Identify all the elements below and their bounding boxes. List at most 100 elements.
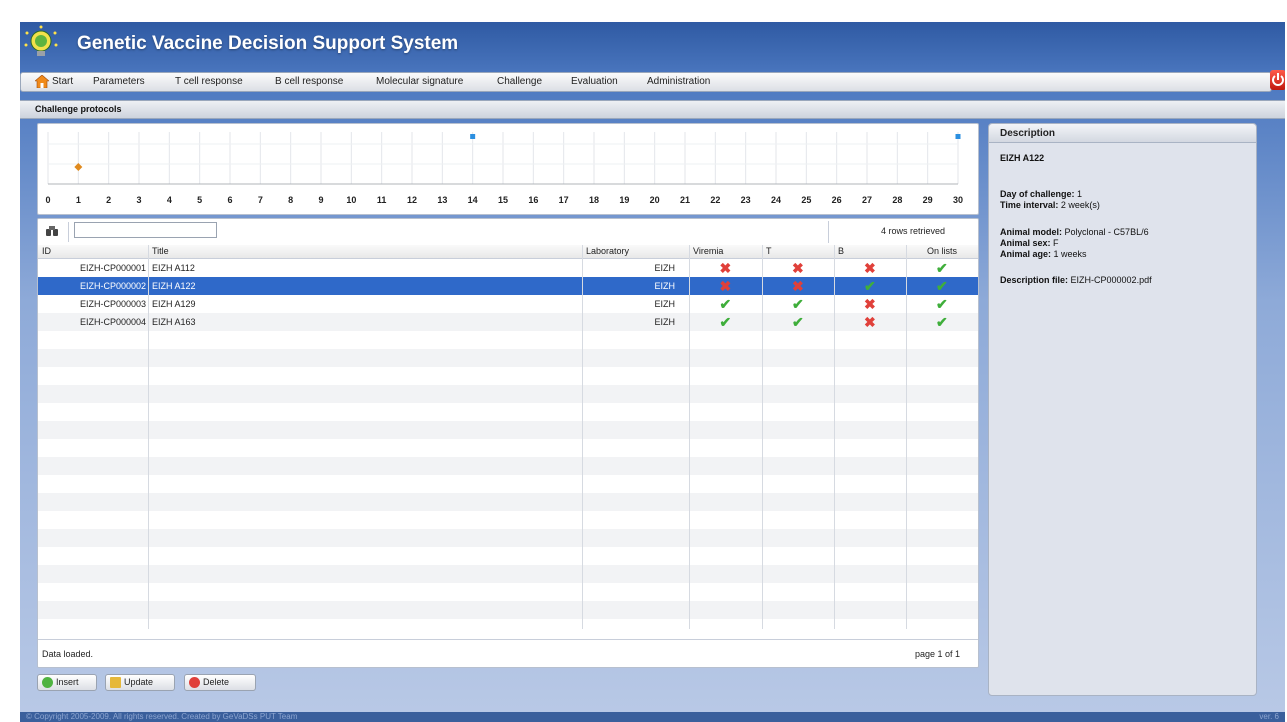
timeline-tick-label: 20 <box>649 195 660 205</box>
column-id[interactable]: ID <box>38 245 148 258</box>
column-b[interactable]: B <box>834 245 906 258</box>
check-icon: ✔ <box>719 296 732 312</box>
check-icon: ✔ <box>936 314 948 330</box>
power-button[interactable] <box>1270 70 1285 90</box>
app-title: Genetic Vaccine Decision Support System <box>77 33 459 54</box>
menu-start[interactable]: Start <box>52 76 73 87</box>
timeline-marker[interactable] <box>470 134 476 139</box>
cell-id: EIZH-CP000001 <box>79 263 146 273</box>
table-row[interactable]: EIZH-CP000001 EIZH A112 EIZH ✖ ✖ ✖ ✔ <box>38 259 978 277</box>
version: ver. 6 <box>1259 712 1279 721</box>
cell-id: EIZH-CP000003 <box>79 299 146 309</box>
column-viremia[interactable]: Viremia <box>689 245 762 258</box>
cross-icon: ✖ <box>864 314 876 330</box>
file-value[interactable]: EIZH-CP000002.pdf <box>1071 275 1152 285</box>
cell-laboratory: EIZH <box>654 263 675 273</box>
column-on-lists[interactable]: On lists <box>906 245 978 258</box>
cross-icon: ✖ <box>719 278 732 294</box>
file-label: Description file: <box>1000 275 1069 285</box>
grid-header: ID Title Laboratory Viremia T B On lists <box>38 245 978 259</box>
model-label: Animal model: <box>1000 227 1063 237</box>
column-divider <box>148 245 149 629</box>
insert-button[interactable]: Insert <box>37 674 97 691</box>
column-divider <box>689 245 690 629</box>
cross-icon: ✖ <box>719 260 732 276</box>
binoculars-icon[interactable] <box>45 225 59 237</box>
cell-laboratory: EIZH <box>654 299 675 309</box>
description-file: Description file: EIZH-CP000002.pdf <box>1000 275 1152 285</box>
check-icon: ✔ <box>936 260 948 276</box>
check-icon: ✔ <box>936 296 948 312</box>
timeline-tick-label: 11 <box>376 195 387 205</box>
column-title[interactable]: Title <box>148 245 582 258</box>
column-laboratory[interactable]: Laboratory <box>582 245 689 258</box>
timeline-tick-label: 4 <box>166 195 172 205</box>
check-icon: ✔ <box>719 314 732 330</box>
menu-molecular-signature[interactable]: Molecular signature <box>376 76 463 87</box>
empty-row <box>38 331 978 349</box>
section-title: Challenge protocols <box>35 104 122 114</box>
age-label: Animal age: <box>1000 249 1052 259</box>
menu-b-cell-response[interactable]: B cell response <box>275 76 343 87</box>
empty-row <box>38 367 978 385</box>
menu-challenge[interactable]: Challenge <box>497 76 542 87</box>
timeline-tick-label: 25 <box>801 195 812 205</box>
interval-label: Time interval: <box>1000 200 1059 210</box>
timeline-tick-label: 26 <box>831 195 842 205</box>
check-icon: ✔ <box>936 278 948 294</box>
home-icon[interactable] <box>35 75 49 88</box>
animal-age: Animal age: 1 weeks <box>1000 249 1087 259</box>
search-input[interactable] <box>74 222 217 238</box>
main-menu: Start Parameters T cell response B cell … <box>20 72 1272 92</box>
update-button[interactable]: Update <box>105 674 175 691</box>
cell-title: EIZH A129 <box>152 299 196 309</box>
table-row[interactable]: EIZH-CP000003 EIZH A129 EIZH ✔ ✔ ✖ ✔ <box>38 295 978 313</box>
timeline-tick-label: 14 <box>467 195 478 205</box>
title-bar: Genetic Vaccine Decision Support System <box>20 22 1285 70</box>
cross-icon: ✖ <box>864 260 876 276</box>
table-row[interactable]: EIZH-CP000002 EIZH A122 EIZH ✖ ✖ ✔ ✔ <box>38 277 978 295</box>
column-t[interactable]: T <box>762 245 834 258</box>
empty-row <box>38 385 978 403</box>
timeline-tick-label: 30 <box>952 195 964 205</box>
empty-row <box>38 475 978 493</box>
toolbar-separator <box>828 221 829 243</box>
empty-row <box>38 349 978 367</box>
timeline-tick-label: 8 <box>288 195 294 205</box>
timeline-tick-label: 1 <box>75 195 81 205</box>
description-header: Description <box>989 124 1256 143</box>
menu-administration[interactable]: Administration <box>647 76 710 87</box>
check-icon: ✔ <box>864 278 876 294</box>
timeline-tick-label: 17 <box>558 195 569 205</box>
cross-icon: ✖ <box>792 260 804 276</box>
pencil-icon <box>110 677 121 688</box>
timeline-marker[interactable] <box>955 134 961 139</box>
table-row[interactable]: EIZH-CP000004 EIZH A163 EIZH ✔ ✔ ✖ ✔ <box>38 313 978 331</box>
day-label: Day of challenge: <box>1000 189 1075 199</box>
timeline-tick-label: 24 <box>770 195 782 205</box>
menu-evaluation[interactable]: Evaluation <box>571 76 618 87</box>
age-value: 1 weeks <box>1053 249 1087 259</box>
toolbar-separator <box>68 222 69 242</box>
timeline-tick-label: 21 <box>679 195 691 205</box>
empty-row <box>38 457 978 475</box>
day-value: 1 <box>1077 189 1083 199</box>
cell-title: EIZH A163 <box>152 317 196 327</box>
empty-row <box>38 601 978 619</box>
menu-t-cell-response[interactable]: T cell response <box>175 76 243 87</box>
timeline-tick-label: 2 <box>106 195 112 205</box>
cross-icon: ✖ <box>864 296 876 312</box>
delete-button[interactable]: Delete <box>184 674 256 691</box>
update-label: Update <box>124 677 154 687</box>
timeline-tick-label: 6 <box>227 195 233 205</box>
timeline-tick-label: 5 <box>197 195 203 205</box>
status-text: Data loaded. <box>42 649 94 659</box>
model-value: Polyclonal - C57BL/6 <box>1064 227 1149 237</box>
empty-row <box>38 493 978 511</box>
day-of-challenge: Day of challenge: 1 <box>1000 189 1082 199</box>
timeline-tick-label: 3 <box>136 195 142 205</box>
sex-value: F <box>1053 238 1059 248</box>
rows-retrieved: 4 rows retrieved <box>880 226 945 236</box>
menu-parameters[interactable]: Parameters <box>93 76 145 87</box>
check-icon: ✔ <box>792 296 804 312</box>
